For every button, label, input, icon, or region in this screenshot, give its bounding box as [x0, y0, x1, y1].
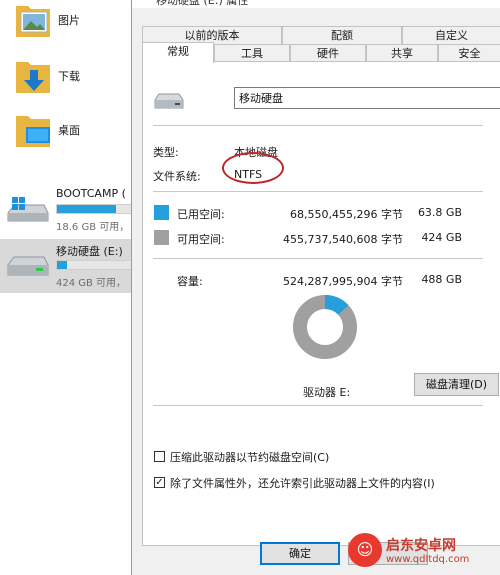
- compress-label: 压缩此驱动器以节约磁盘空间(C): [170, 451, 330, 464]
- type-label: 类型:: [153, 146, 179, 159]
- folder-label: 下载: [58, 70, 80, 83]
- drive-name-input[interactable]: [234, 87, 500, 109]
- capacity-size: 488 GB: [421, 273, 462, 286]
- windows-drive-icon: [7, 197, 49, 222]
- drive-usage-bar: [56, 260, 136, 270]
- tab-general[interactable]: 常规: [142, 42, 214, 63]
- used-space-swatch: [154, 205, 169, 220]
- ok-button[interactable]: 确定: [260, 542, 340, 565]
- tab-customize[interactable]: 自定义: [402, 26, 500, 44]
- index-label: 除了文件属性外，还允许索引此驱动器上文件的内容(I): [170, 477, 435, 490]
- free-space-size: 424 GB: [421, 231, 462, 244]
- desktop-folder-icon: [16, 116, 50, 147]
- folder-item-pictures[interactable]: 图片: [14, 0, 124, 44]
- explorer-pane: 图片 下载 桌面 BOOTCAMP ( 18.6 GB 可用， 移动硬盘 (E:…: [0, 0, 136, 575]
- tab-row-bottom: 常规 工具 硬件 共享 安全: [142, 42, 500, 63]
- folder-item-desktop[interactable]: 桌面: [14, 110, 124, 154]
- drive-item-bootcamp[interactable]: BOOTCAMP ( 18.6 GB 可用，: [0, 183, 136, 237]
- highlight-circle: [222, 152, 284, 184]
- usage-donut-chart: [293, 295, 357, 359]
- folder-label: 图片: [58, 14, 80, 27]
- compress-checkbox[interactable]: [154, 451, 165, 462]
- separator: [153, 125, 483, 126]
- tab-quota[interactable]: 配额: [282, 26, 402, 44]
- filesystem-label: 文件系统:: [153, 170, 201, 183]
- pictures-folder-icon: [16, 6, 50, 37]
- folder-item-downloads[interactable]: 下载: [14, 56, 124, 100]
- tab-hardware[interactable]: 硬件: [290, 44, 366, 62]
- folder-label: 桌面: [58, 124, 80, 137]
- used-space-size: 63.8 GB: [417, 206, 462, 219]
- separator: [153, 405, 483, 406]
- tab-security[interactable]: 安全: [438, 44, 500, 62]
- watermark-url: www.qdltdq.com: [386, 554, 470, 565]
- watermark-title: 启东安卓网: [386, 538, 456, 554]
- drive-usage-fill: [57, 261, 68, 269]
- removable-drive-icon: [7, 256, 49, 276]
- title-bar[interactable]: ▭ 移动硬盘 (E:) 属性: [132, 0, 500, 8]
- free-space-label: 可用空间:: [177, 233, 225, 246]
- used-space-bytes: 68,550,455,296 字节: [290, 208, 403, 221]
- drive-title-icon: ▭: [141, 0, 150, 3]
- used-space-label: 已用空间:: [177, 208, 225, 221]
- dialog-title: 移动硬盘 (E:) 属性: [156, 0, 249, 7]
- drive-icon: [154, 93, 184, 109]
- watermark-logo-icon: ☺: [348, 533, 382, 567]
- capacity-bytes: 524,287,995,904 字节: [283, 275, 403, 288]
- drive-name: BOOTCAMP (: [56, 187, 126, 200]
- tab-tools[interactable]: 工具: [214, 44, 290, 62]
- site-watermark: ☺ 启东安卓网 www.qdltdq.com: [348, 533, 498, 573]
- separator: [153, 258, 483, 259]
- drive-free-info: 18.6 GB 可用，: [56, 222, 130, 233]
- free-space-bytes: 455,737,540,608 字节: [283, 233, 403, 246]
- capacity-label: 容量:: [177, 275, 203, 288]
- disk-cleanup-button[interactable]: 磁盘清理(D): [414, 373, 499, 396]
- drive-usage-bar: [56, 204, 136, 214]
- index-checkbox[interactable]: ✓: [154, 477, 165, 488]
- drive-letter-label: 驱动器 E:: [303, 386, 351, 399]
- properties-dialog: ▭ 移动硬盘 (E:) 属性 以前的版本 配额 自定义 常规 工具 硬件 共享 …: [131, 0, 500, 575]
- free-space-swatch: [154, 230, 169, 245]
- drive-usage-fill: [57, 205, 116, 213]
- downloads-folder-icon: [16, 62, 50, 93]
- drive-name: 移动硬盘 (E:): [56, 245, 123, 258]
- drive-item-removable[interactable]: 移动硬盘 (E:) 424 GB 可用，: [0, 239, 136, 293]
- tab-sharing[interactable]: 共享: [366, 44, 438, 62]
- separator: [153, 191, 483, 192]
- drive-free-info: 424 GB 可用，: [56, 278, 127, 289]
